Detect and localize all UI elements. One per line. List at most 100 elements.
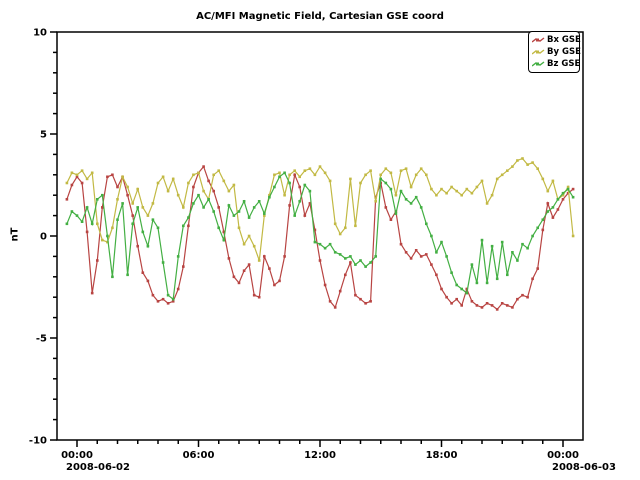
data-point-marker (253, 245, 256, 248)
x-date-label: 2008-06-03 (552, 462, 616, 473)
data-point-marker (152, 294, 155, 297)
data-point-marker (567, 188, 570, 191)
data-point-marker (339, 253, 342, 256)
data-point-marker (243, 200, 246, 203)
data-point-marker (334, 306, 337, 309)
data-point-marker (309, 190, 312, 193)
data-point-marker (542, 218, 545, 221)
data-point-marker (405, 198, 408, 201)
data-point-marker (71, 172, 74, 175)
data-point-marker (217, 206, 220, 209)
data-point-marker (390, 218, 393, 221)
legend-label-bz: Bz GSE (547, 59, 580, 69)
x-date-label: 2008-06-02 (66, 462, 130, 473)
data-point-marker (491, 194, 494, 197)
data-point-marker (288, 182, 291, 185)
data-point-marker (116, 198, 119, 201)
data-point-marker (491, 304, 494, 307)
data-point-marker (288, 174, 291, 177)
data-point-marker (167, 190, 170, 193)
data-point-marker (364, 302, 367, 305)
data-point-marker (496, 278, 499, 281)
x-tick-label: 00:00 (547, 450, 579, 461)
data-point-marker (369, 169, 372, 172)
x-tick-label: 12:00 (304, 450, 336, 461)
data-point-marker (460, 304, 463, 307)
data-point-marker (142, 206, 145, 209)
data-point-marker (445, 192, 448, 195)
data-point-marker (238, 210, 241, 213)
data-point-marker (395, 212, 398, 215)
data-point-marker (268, 267, 271, 270)
data-point-marker (263, 212, 266, 215)
data-point-marker (516, 298, 519, 301)
data-point-marker (142, 271, 145, 274)
y-tick-label: 0 (40, 232, 47, 243)
data-point-marker (157, 182, 160, 185)
data-point-marker (405, 251, 408, 254)
data-point-marker (182, 265, 185, 268)
data-point-marker (278, 280, 281, 283)
data-point-marker (304, 184, 307, 187)
data-point-marker (425, 174, 428, 177)
data-point-marker (228, 204, 231, 207)
data-point-marker (334, 223, 337, 226)
data-point-marker (298, 200, 301, 203)
data-point-marker (531, 235, 534, 238)
legend-label-by: By GSE (547, 47, 581, 57)
data-point-marker (455, 190, 458, 193)
data-point-marker (324, 247, 327, 250)
data-point-marker (486, 282, 489, 285)
data-point-marker (476, 282, 479, 285)
data-point-marker (511, 165, 514, 168)
data-point-marker (248, 263, 251, 266)
data-point-marker (445, 255, 448, 258)
data-point-marker (445, 296, 448, 299)
data-point-marker (131, 202, 134, 205)
data-point-marker (167, 294, 170, 297)
data-point-marker (501, 302, 504, 305)
data-point-marker (410, 202, 413, 205)
data-point-marker (415, 196, 418, 199)
data-point-marker (136, 188, 139, 191)
data-point-marker (359, 182, 362, 185)
data-point-marker (349, 178, 352, 181)
data-point-marker (542, 229, 545, 232)
data-point-marker (390, 172, 393, 175)
data-point-marker (293, 169, 296, 172)
data-point-marker (329, 180, 332, 183)
data-point-marker (283, 194, 286, 197)
data-point-marker (319, 243, 322, 246)
data-point-marker (217, 227, 220, 230)
data-point-marker (516, 159, 519, 162)
data-point-marker (197, 172, 200, 175)
data-point-marker (233, 214, 236, 217)
data-point-marker (147, 214, 150, 217)
data-point-marker (344, 257, 347, 260)
data-point-marker (476, 186, 479, 189)
data-point-marker (506, 304, 509, 307)
data-point-marker (273, 174, 276, 177)
data-point-marker (116, 218, 119, 221)
data-point-marker (192, 174, 195, 177)
data-point-marker (238, 282, 241, 285)
data-point-marker (76, 214, 79, 217)
data-point-marker (476, 304, 479, 307)
data-point-marker (481, 239, 484, 242)
data-point-marker (536, 267, 539, 270)
data-point-marker (385, 206, 388, 209)
data-point-marker (157, 227, 160, 230)
data-point-marker (395, 194, 398, 197)
data-point-marker (152, 218, 155, 221)
data-point-marker (182, 206, 185, 209)
data-point-marker (450, 302, 453, 305)
data-point-marker (86, 206, 89, 209)
data-point-marker (506, 169, 509, 172)
data-point-marker (440, 288, 443, 291)
y-tick-label: -10 (29, 436, 47, 447)
data-point-marker (253, 294, 256, 297)
data-point-marker (359, 259, 362, 262)
data-point-marker (76, 174, 79, 177)
data-point-marker (147, 280, 150, 283)
data-point-marker (131, 223, 134, 226)
